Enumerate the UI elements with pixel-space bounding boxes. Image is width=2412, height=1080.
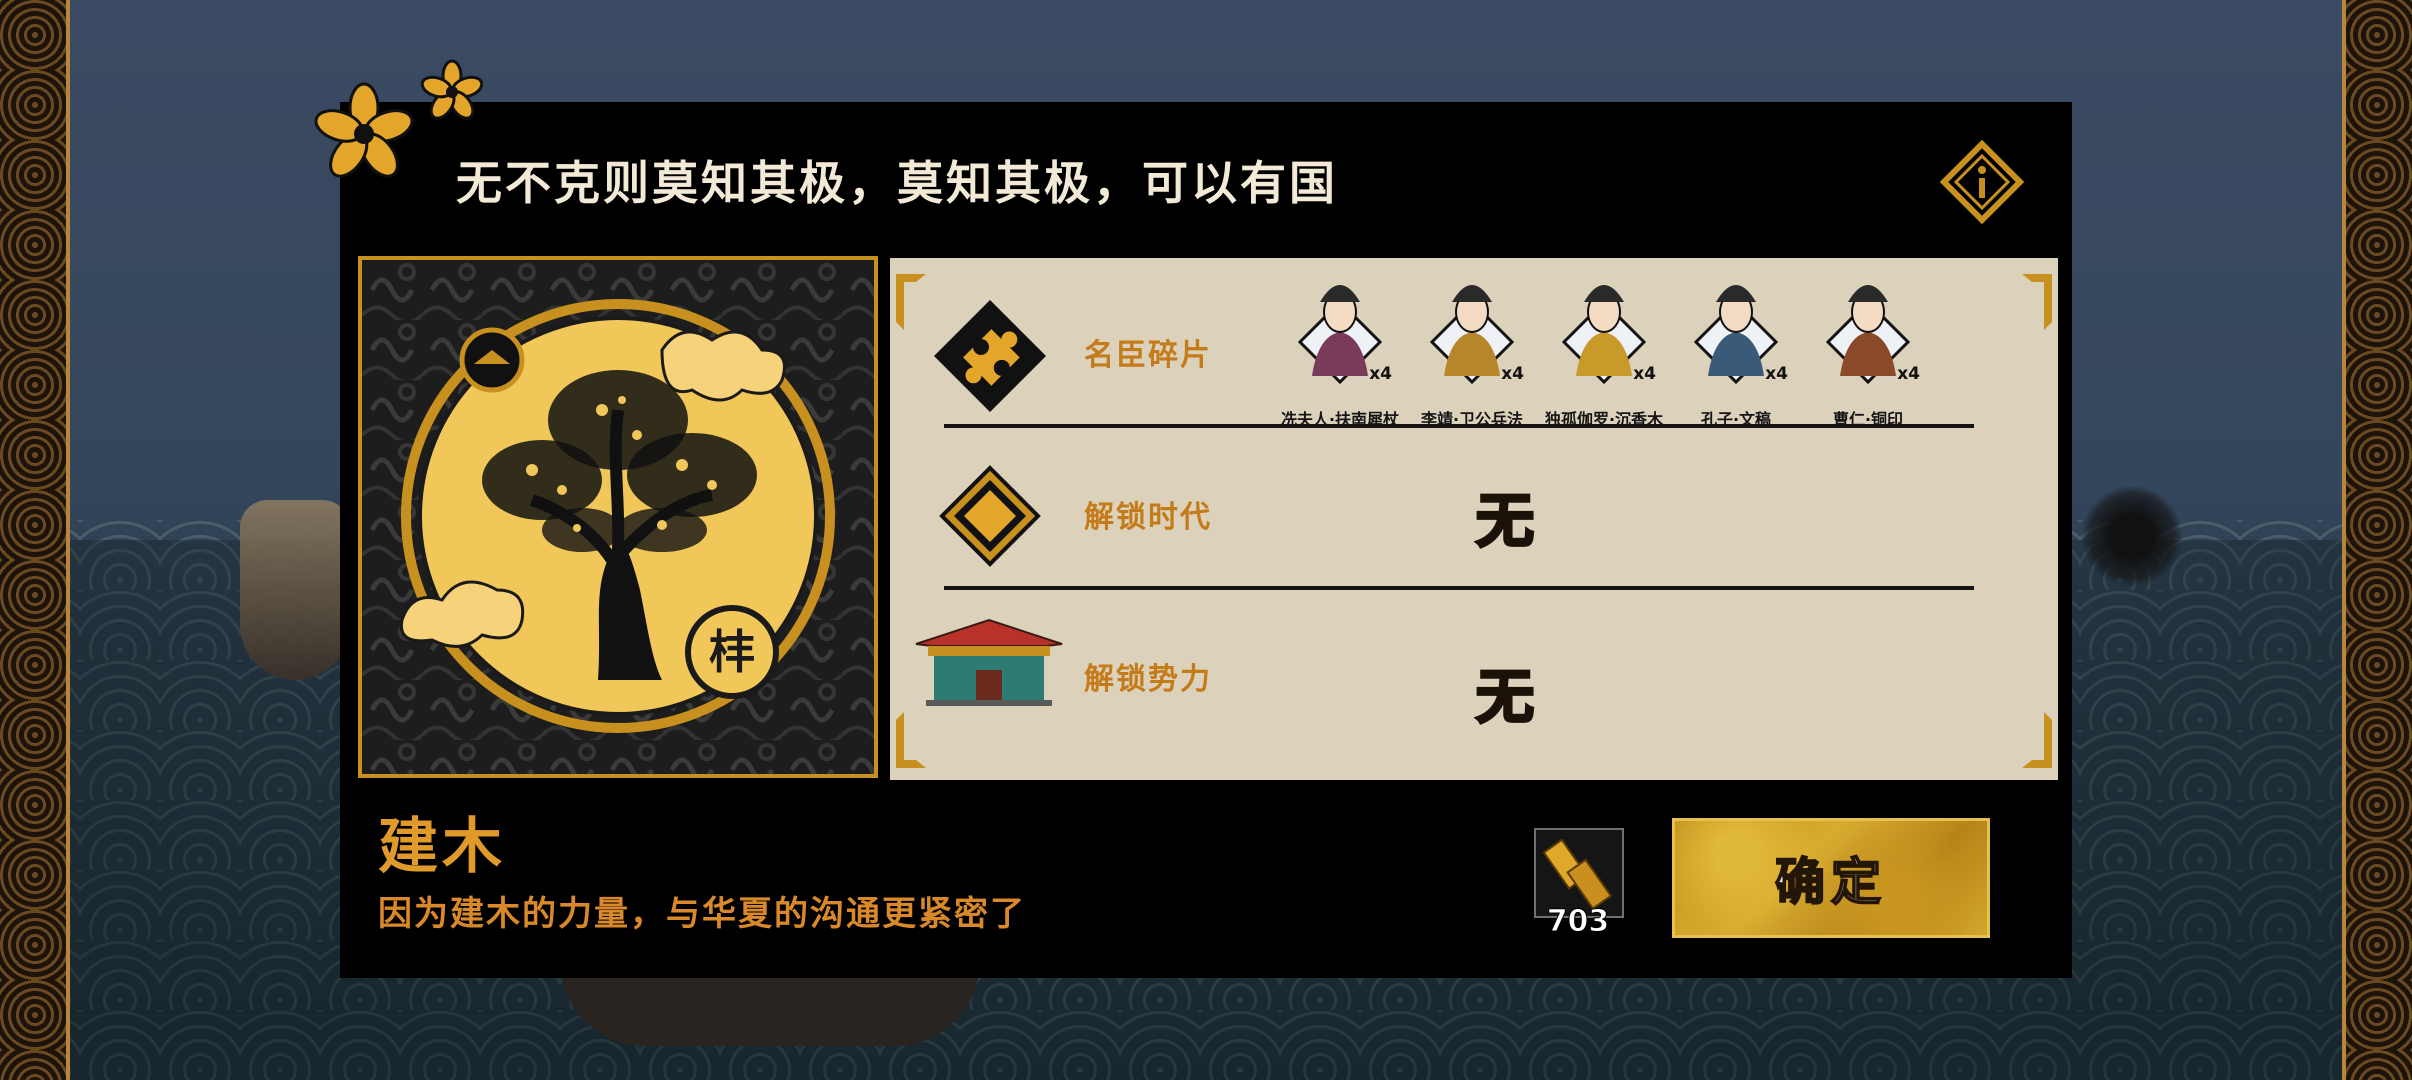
background-dark-orb — [2082, 486, 2182, 586]
hero-fragment-item[interactable]: x4 冼夫人·扶南犀杖 — [1280, 266, 1400, 429]
golden-tree-emblem-icon: 㭋 — [362, 260, 874, 774]
info-button[interactable] — [1939, 139, 2025, 225]
hero-fragment-item[interactable]: x4 李靖·卫公兵法 — [1412, 266, 1532, 429]
hero-fragment-item[interactable]: x4 孔子·文稿 — [1676, 266, 1796, 429]
puzzle-piece-icon — [934, 300, 1046, 412]
fragments-label: 名臣碎片 — [1084, 338, 1212, 373]
item-name: 建木 — [378, 812, 506, 882]
corner-ornament-bottom-left — [896, 712, 926, 768]
corner-ornament-top-left — [896, 274, 926, 330]
palace-icon — [915, 618, 1063, 706]
background-floating-island — [240, 500, 350, 680]
info-icon — [1939, 139, 2025, 225]
unlock-info-panel: 名臣碎片 x4 冼夫人·扶南犀杖 x4 李靖·卫公兵法 x4 独孤伽罗·沉香木 x4 孔子·文… — [890, 258, 2058, 780]
item-art-panel: 㭋 — [358, 256, 878, 778]
art-badge-glyph: 㭋 — [709, 625, 755, 679]
currency-amount: 703 — [1546, 904, 1610, 940]
hero-fragment-count: x4 — [1633, 364, 1656, 384]
confirm-button-label: 确定 — [1774, 851, 1887, 912]
item-description: 因为建木的力量，与华夏的沟通更紧密了 — [378, 894, 1026, 934]
hero-fragment-count: x4 — [1501, 364, 1524, 384]
confirm-button[interactable]: 确定 — [1672, 818, 1990, 938]
hero-fragment-count: x4 — [1897, 364, 1920, 384]
corner-ornament-top-right — [2022, 274, 2052, 330]
dialog-title: 无不克则莫知其极，莫知其极，可以有国 — [456, 156, 1338, 210]
faction-label: 解锁势力 — [1084, 662, 1212, 697]
hero-fragment-count: x4 — [1765, 364, 1788, 384]
hero-fragment-item[interactable]: x4 独孤伽罗·沉香木 — [1544, 266, 1664, 429]
hero-fragment-count: x4 — [1369, 364, 1392, 384]
hero-fragment-item[interactable]: x4 曹仁·铜印 — [1808, 266, 1928, 429]
right-ornamental-border — [2342, 0, 2412, 1080]
row-divider-2 — [944, 586, 1974, 590]
era-value: 无 — [1474, 486, 1535, 557]
faction-value: 无 — [1474, 662, 1535, 733]
era-medallion-icon — [939, 465, 1041, 567]
row-divider-1 — [944, 424, 1974, 428]
corner-ornament-bottom-right — [2022, 712, 2052, 768]
flower-ornament-icon — [314, 59, 484, 178]
item-detail-dialog: 无不克则莫知其极，莫知其极，可以有国 㭋 名臣碎片 x4 冼夫人·扶南犀杖 x4… — [340, 102, 2072, 978]
era-label: 解锁时代 — [1084, 500, 1212, 535]
currency-counter: 703 — [1534, 828, 1624, 940]
left-ornamental-border — [0, 0, 70, 1080]
